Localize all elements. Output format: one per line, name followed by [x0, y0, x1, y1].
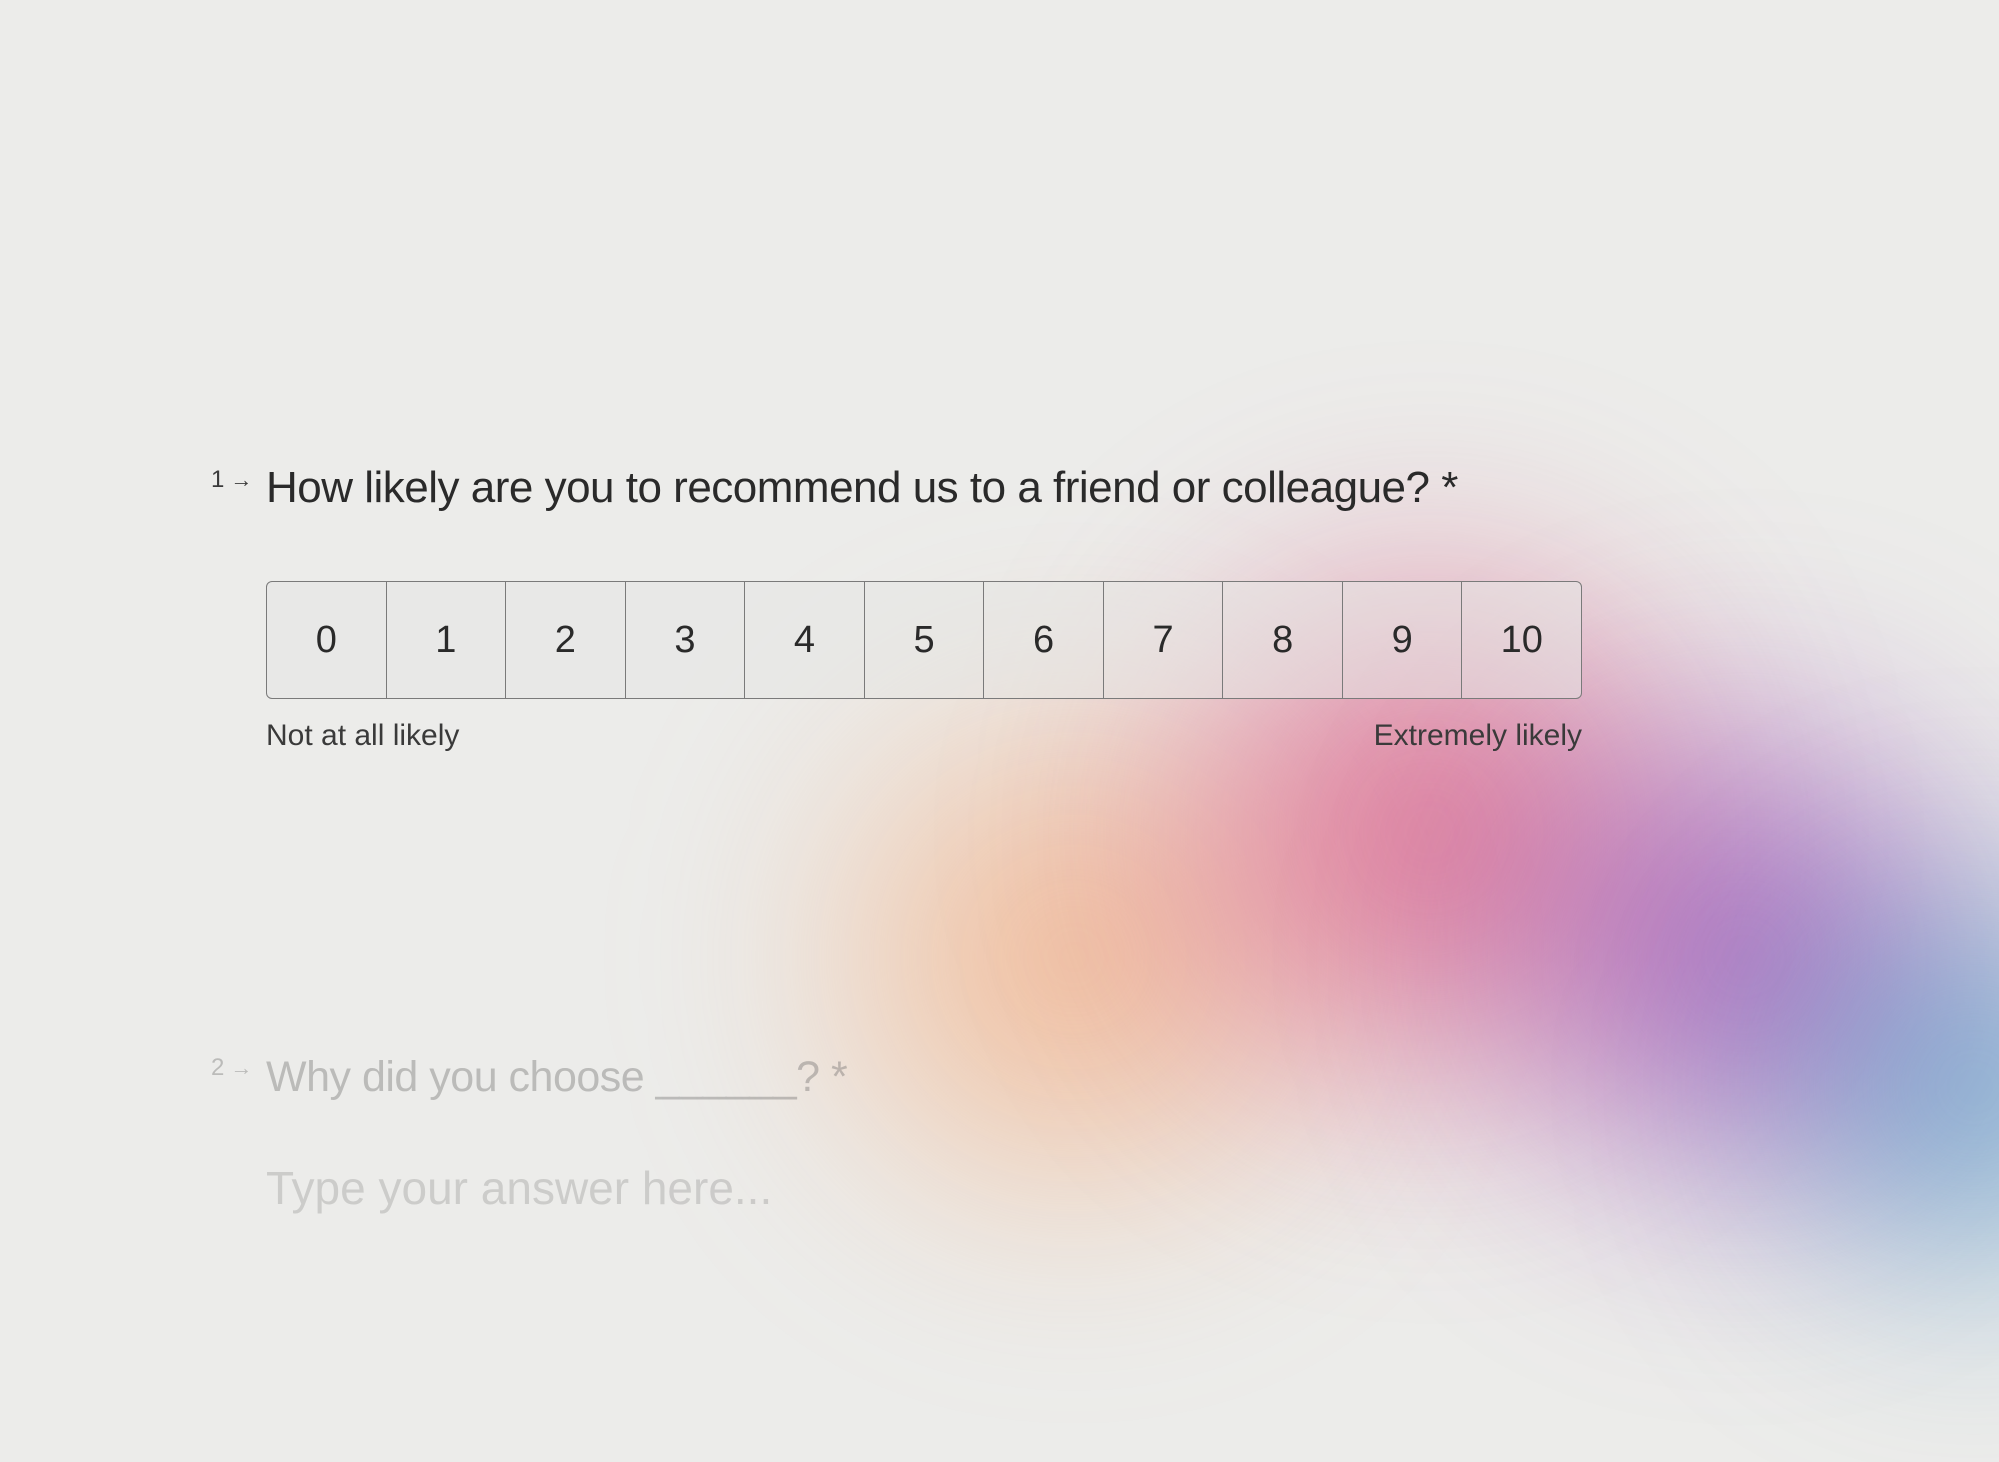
question-1-text: How likely are you to recommend us to a …: [266, 458, 1526, 517]
nps-option-6[interactable]: 6: [984, 582, 1104, 698]
arrow-right-icon: →: [230, 467, 252, 493]
nps-option-1[interactable]: 1: [387, 582, 507, 698]
nps-option-8[interactable]: 8: [1223, 582, 1343, 698]
question-2-block: 2 → Why did you choose ______? *: [266, 1048, 1999, 1215]
question-number-value: 1: [211, 466, 224, 494]
question-1-number: 1 →: [211, 466, 252, 494]
nps-option-2[interactable]: 2: [506, 582, 626, 698]
question-2-number: 2 →: [211, 1054, 252, 1082]
question-1-block: 1 → How likely are you to recommend us t…: [266, 458, 1999, 753]
answer-input[interactable]: [266, 1161, 1466, 1215]
nps-option-9[interactable]: 9: [1343, 582, 1463, 698]
question-2-text: Why did you choose ______? *: [266, 1048, 1526, 1106]
nps-option-10[interactable]: 10: [1462, 582, 1581, 698]
nps-labels: Not at all likely Extremely likely: [266, 719, 1582, 753]
nps-label-high: Extremely likely: [1374, 719, 1582, 753]
arrow-right-icon: →: [230, 1055, 252, 1081]
nps-label-low: Not at all likely: [266, 719, 459, 753]
nps-option-3[interactable]: 3: [626, 582, 746, 698]
nps-option-4[interactable]: 4: [745, 582, 865, 698]
nps-scale: 0 1 2 3 4 5 6 7 8 9 10 Not at all likely…: [266, 581, 1582, 753]
nps-button-group: 0 1 2 3 4 5 6 7 8 9 10: [266, 581, 1582, 699]
nps-option-0[interactable]: 0: [267, 582, 387, 698]
question-number-value: 2: [211, 1054, 224, 1082]
nps-option-5[interactable]: 5: [865, 582, 985, 698]
nps-option-7[interactable]: 7: [1104, 582, 1224, 698]
